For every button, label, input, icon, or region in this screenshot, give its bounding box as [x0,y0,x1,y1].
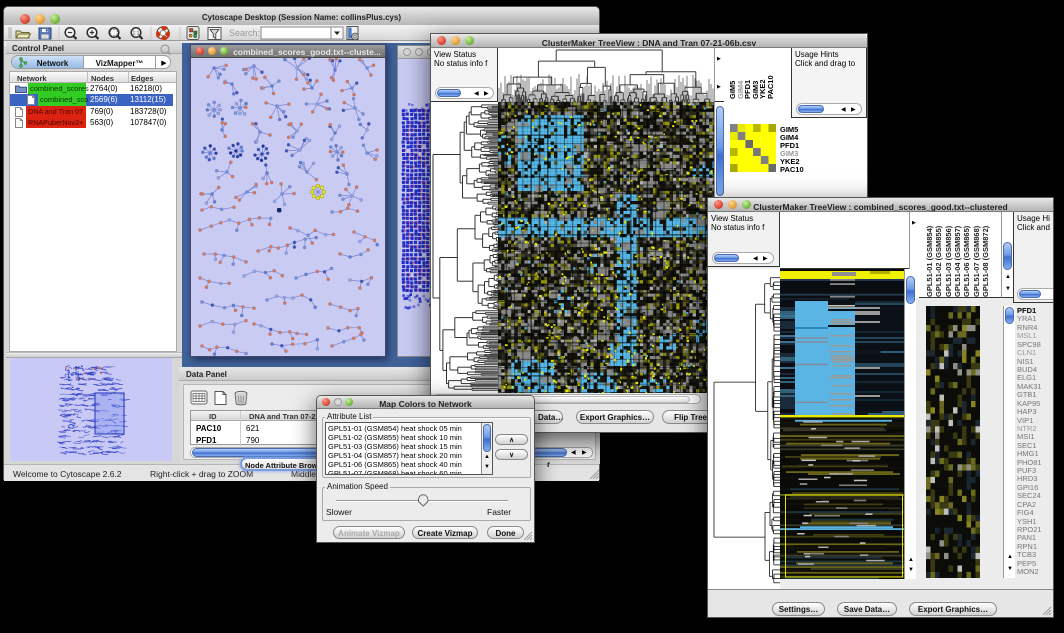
svg-text:Search:: Search: [229,28,260,38]
svg-text:1:1: 1:1 [133,31,140,37]
